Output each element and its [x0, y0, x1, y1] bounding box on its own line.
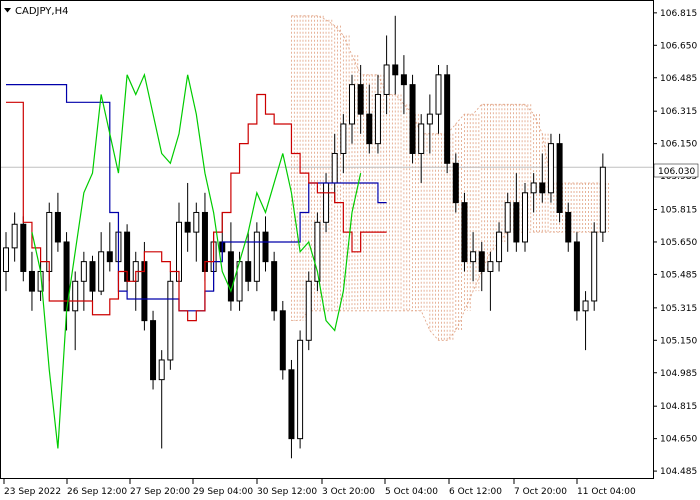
candle-body — [487, 261, 494, 272]
candle-body — [418, 123, 425, 154]
time-tick-label: 6 Oct 12:00 — [449, 487, 502, 497]
candle-body — [461, 202, 468, 263]
current-price-label: 106.030 — [658, 167, 695, 177]
candle-body — [167, 280, 174, 361]
candle-body — [288, 369, 295, 440]
price-tick-label: 106.815 — [660, 9, 697, 19]
price-tick-label: 106.315 — [660, 107, 697, 117]
price-tick-label: 105.650 — [660, 238, 697, 248]
candle-body — [452, 162, 459, 204]
time-tick-label: 23 Sep 2022 — [4, 487, 61, 497]
price-tick-label: 106.650 — [660, 41, 697, 51]
candle-body — [478, 251, 485, 272]
price-chart[interactable]: CADJPY,H4 106.815 106.650 106.485 106.315 10… — [0, 0, 700, 500]
time-tick-label: 3 Oct 20:00 — [322, 487, 375, 497]
candle-body — [150, 320, 157, 381]
price-tick-label: 105.815 — [660, 206, 697, 216]
candle-body — [573, 241, 580, 312]
candle-body — [279, 310, 286, 371]
candle-body — [409, 84, 416, 154]
candle-body — [28, 270, 35, 292]
candle-body — [158, 359, 165, 381]
candle-body — [547, 143, 554, 194]
candle-body — [193, 211, 200, 233]
candle-body — [184, 221, 191, 233]
price-tick-label: 106.150 — [660, 140, 697, 150]
price-tick-label: 105.150 — [660, 336, 697, 346]
candle-body — [392, 64, 399, 76]
candle-body — [20, 223, 27, 272]
candle-body — [253, 231, 260, 282]
candle-body — [72, 280, 79, 312]
candle-body — [383, 64, 390, 95]
candle-body — [539, 182, 546, 194]
candle-body — [444, 74, 451, 164]
candle-body — [331, 152, 338, 184]
price-tick-label: 104.650 — [660, 435, 697, 445]
candle-body — [54, 211, 61, 243]
candle-body — [305, 280, 312, 341]
price-tick-label: 105.485 — [660, 270, 697, 280]
candle-body — [366, 113, 373, 145]
candle-body — [504, 202, 511, 233]
candle-body — [565, 211, 572, 243]
price-tick-label: 106.485 — [660, 74, 697, 84]
candle-body — [435, 74, 442, 115]
candle-body — [80, 261, 87, 282]
candle-body — [349, 84, 355, 125]
candle-body — [11, 223, 18, 249]
candle-body — [530, 182, 537, 194]
candle-body — [89, 261, 96, 292]
price-axis: 106.815106.650106.485106.315106.150105.9… — [653, 9, 697, 477]
time-tick-label: 27 Sep 20:00 — [130, 487, 190, 497]
time-tick-label: 11 Oct 04:00 — [577, 487, 636, 497]
candle-body — [323, 182, 330, 223]
candle-body — [106, 251, 113, 263]
candle-body — [556, 143, 563, 213]
candle-body — [522, 192, 528, 243]
candle-body — [400, 74, 407, 86]
price-tick-label: 104.815 — [660, 402, 697, 412]
time-tick-label: 26 Sep 12:00 — [67, 487, 127, 497]
candle-body — [513, 202, 520, 243]
candle-body — [227, 251, 234, 302]
candle-body — [591, 231, 598, 302]
candle-body — [470, 251, 477, 263]
candle-body — [245, 261, 252, 282]
candle-body — [271, 261, 278, 312]
candle-body — [374, 93, 381, 145]
candle-body — [426, 113, 433, 125]
candle-body — [340, 123, 347, 154]
time-tick-label: 7 Oct 20:00 — [514, 487, 567, 497]
time-tick-label: 30 Sep 12:00 — [257, 487, 317, 497]
time-tick-label: 5 Oct 04:00 — [385, 487, 438, 497]
price-tick-label: 104.985 — [660, 369, 697, 379]
candle-body — [262, 231, 269, 263]
price-tick-label: 104.485 — [660, 467, 697, 477]
candle-body — [599, 166, 606, 233]
candle-body — [357, 84, 364, 115]
price-tick-label: 105.315 — [660, 304, 697, 314]
candle-body — [297, 339, 304, 440]
symbol-label: CADJPY,H4 — [15, 6, 68, 17]
time-tick-label: 29 Sep 04:00 — [193, 487, 253, 497]
candle-body — [98, 251, 105, 292]
candle-body — [582, 300, 589, 312]
candle-body — [3, 247, 9, 272]
candle-body — [496, 231, 503, 263]
